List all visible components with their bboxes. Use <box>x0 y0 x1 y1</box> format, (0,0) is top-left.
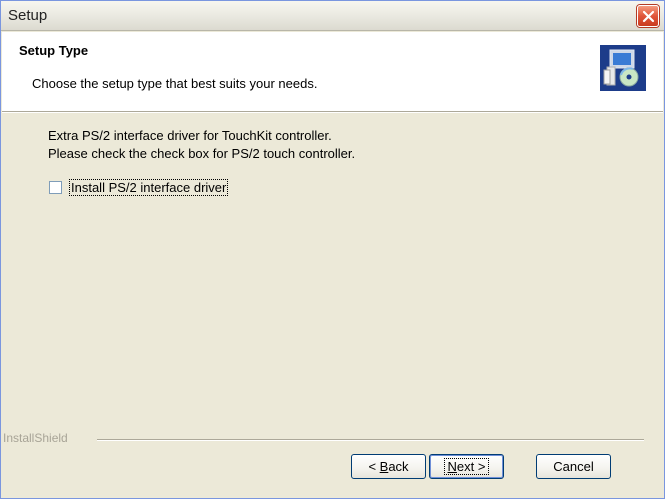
header-title: Setup Type <box>19 43 89 58</box>
install-ps2-label[interactable]: Install PS/2 interface driver <box>69 179 229 196</box>
cancel-button[interactable]: Cancel <box>536 454 611 479</box>
setup-dialog: Setup Setup Type Choose the setup type t… <box>0 0 665 499</box>
title-bar[interactable]: Setup <box>1 1 664 31</box>
installshield-text: InstallShield <box>3 431 68 445</box>
installshield-branding: InstallShield <box>1 431 664 447</box>
description-line-1: Extra PS/2 interface driver for TouchKit… <box>48 128 332 143</box>
header-subtitle: Choose the setup type that best suits yo… <box>32 76 318 91</box>
branding-divider <box>97 439 644 441</box>
back-button[interactable]: < Back <box>351 454 426 479</box>
install-ps2-checkbox[interactable] <box>49 181 62 194</box>
setup-computer-cd-icon <box>600 45 646 91</box>
header-panel: Setup Type Choose the setup type that be… <box>2 32 663 113</box>
description-line-2: Please check the check box for PS/2 touc… <box>48 146 356 161</box>
next-button[interactable]: Next > <box>429 454 504 479</box>
close-button[interactable] <box>637 5 659 27</box>
close-icon <box>642 10 655 23</box>
window-title: Setup <box>8 7 48 24</box>
